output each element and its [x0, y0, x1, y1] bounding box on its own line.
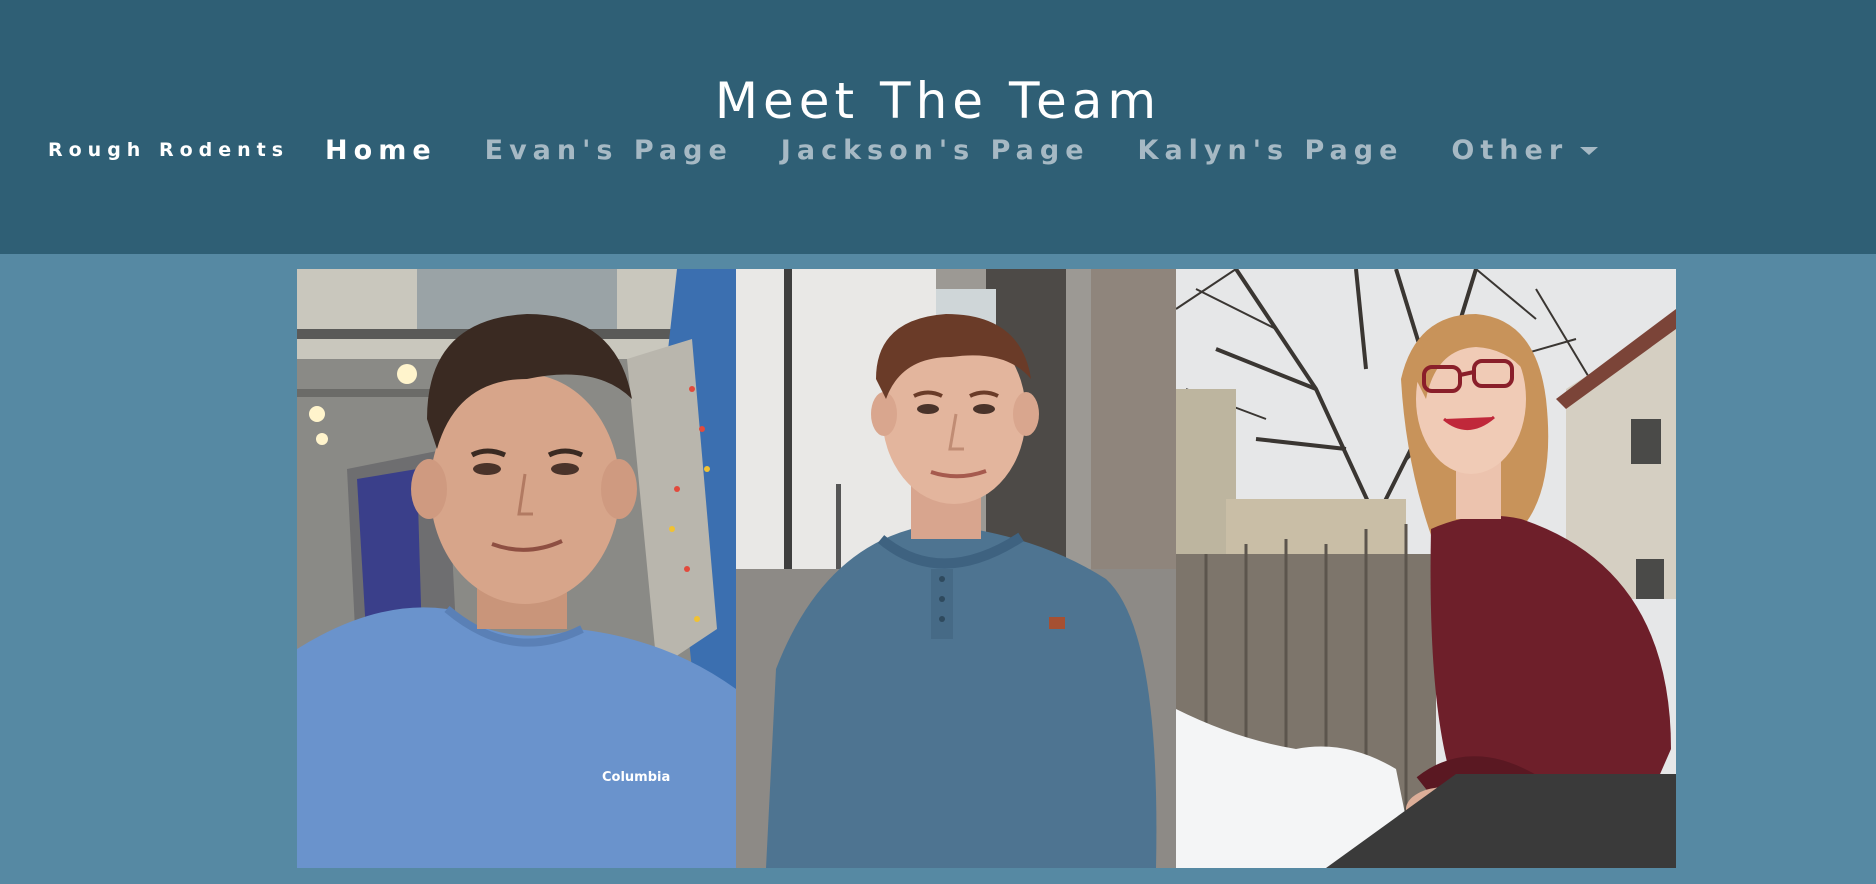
nav-link-kalyn[interactable]: Kalyn's Page — [1138, 135, 1404, 166]
nav-link-evan[interactable]: Evan's Page — [485, 135, 733, 166]
navbar-brand[interactable]: Rough Rodents — [48, 139, 289, 161]
shirt-logo-text: Columbia — [602, 770, 670, 785]
page-title: Meet The Team — [714, 71, 1162, 130]
main-navbar: Rough Rodents Home Evan's Page Jackson's… — [48, 128, 1646, 172]
photo-jackson — [736, 269, 1176, 868]
photo-kalyn — [1176, 269, 1676, 868]
photo-evan: Columbia — [297, 269, 736, 868]
nav-link-home[interactable]: Home — [325, 135, 437, 166]
team-photo-gallery: Columbia — [297, 269, 1676, 868]
nav-dropdown-label: Other — [1451, 134, 1569, 166]
nav-dropdown-other[interactable]: Other — [1451, 134, 1599, 166]
site-header: Meet The Team Rough Rodents Home Evan's … — [0, 0, 1876, 254]
nav-link-jackson[interactable]: Jackson's Page — [781, 135, 1090, 166]
caret-down-icon — [1580, 147, 1599, 155]
